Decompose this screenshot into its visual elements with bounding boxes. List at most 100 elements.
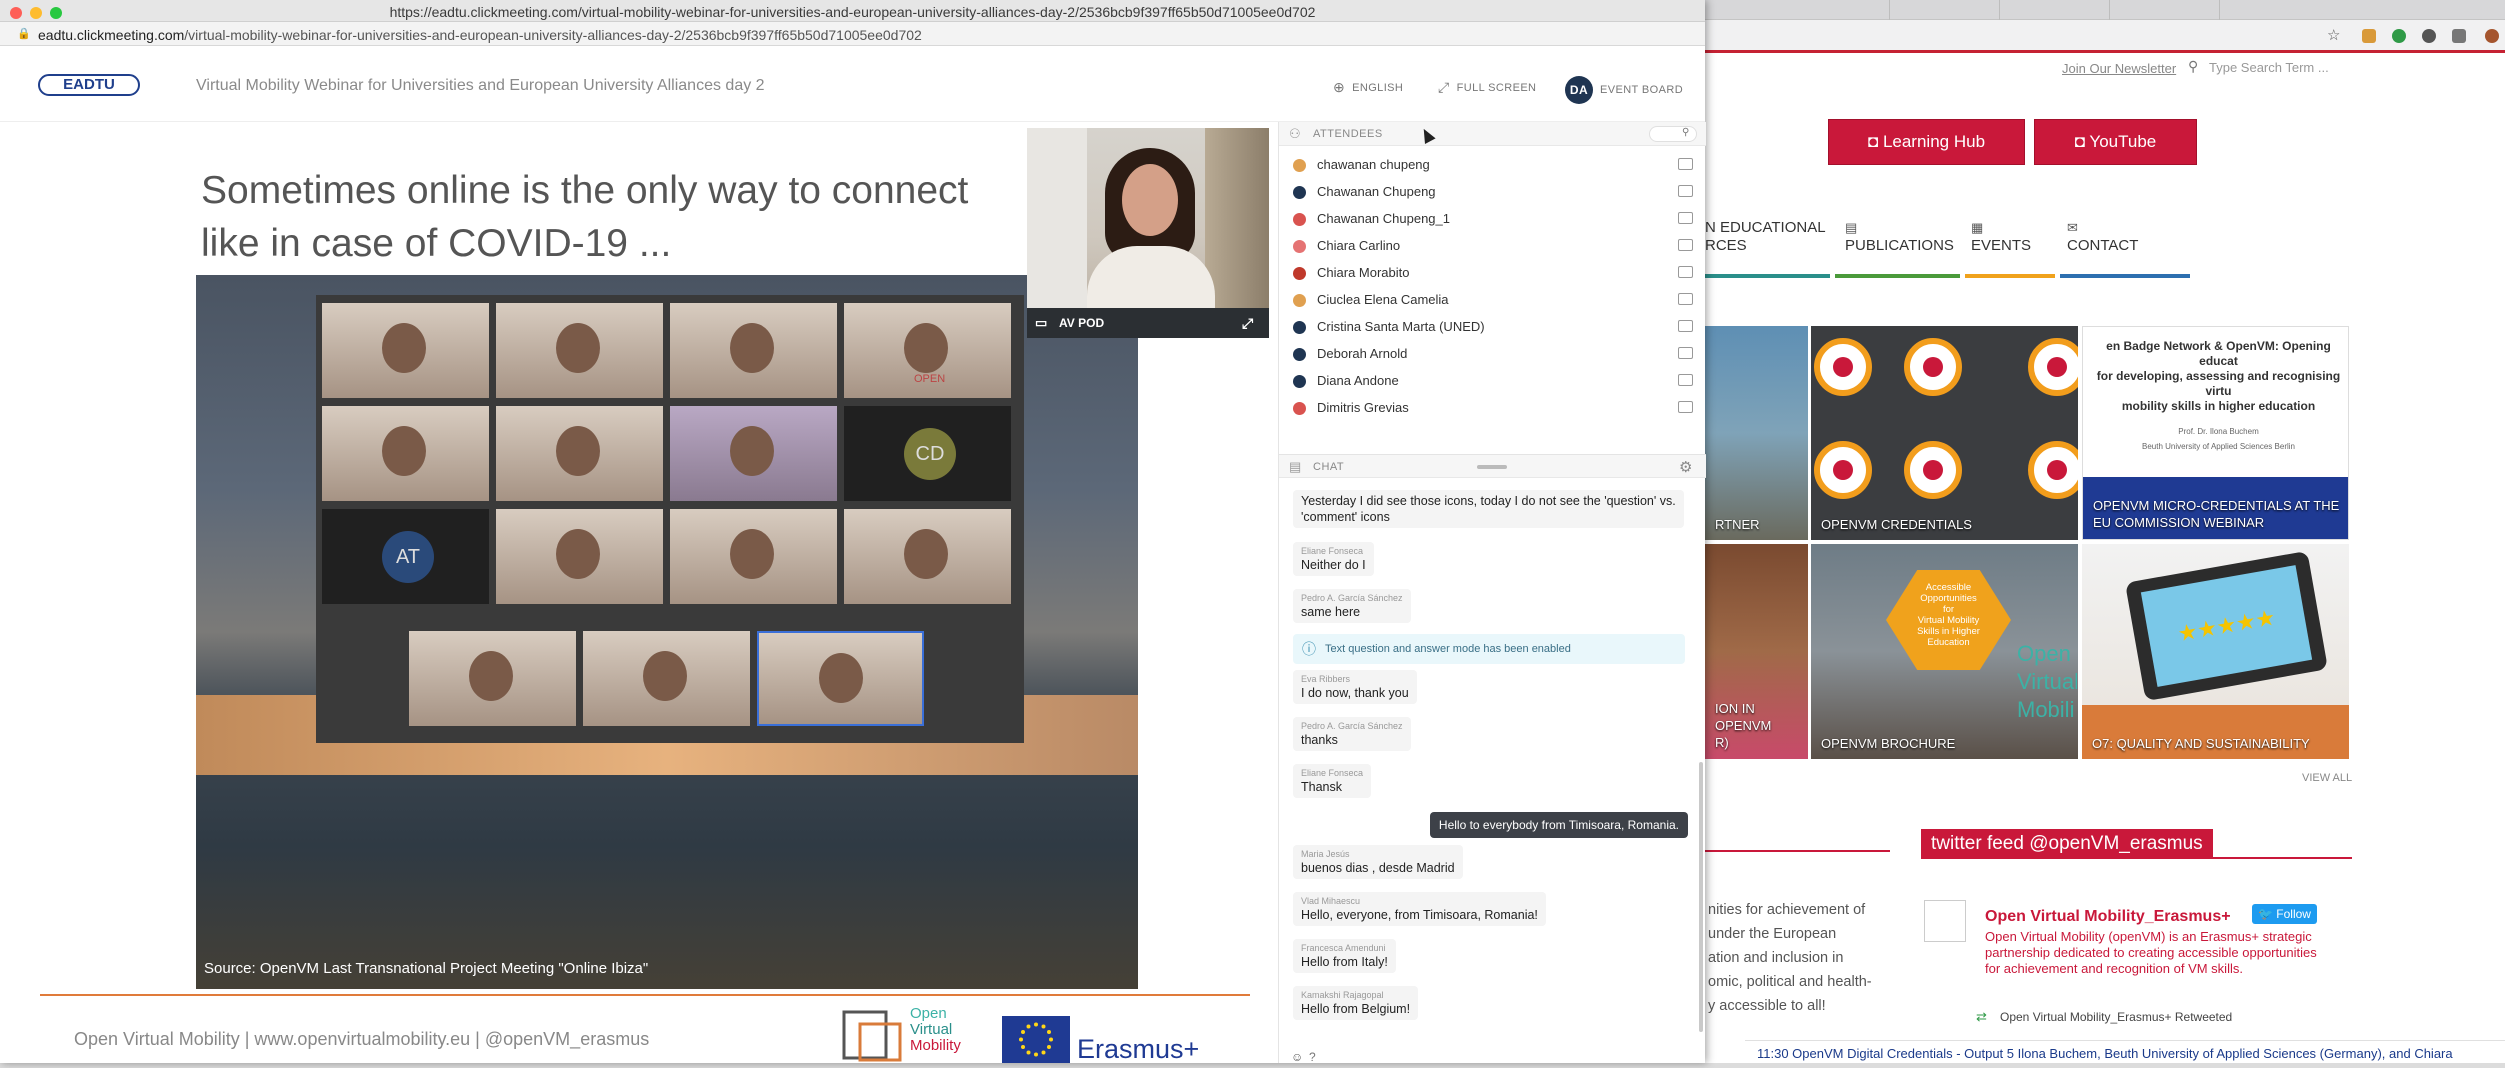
participant-tile [757,631,924,726]
attendee-avatar [1293,213,1306,226]
puzzle-icon[interactable] [2452,29,2466,43]
attendee-row[interactable]: Chawanan Chupeng [1293,179,1693,206]
chat-message: Francesca Amenduni Hello from Italy! [1293,939,1396,973]
attendee-row[interactable]: Chiara Carlino [1293,233,1693,260]
erasmus-logo-text: Erasmus+ [1077,1034,1200,1064]
tile-credentials[interactable]: OPENVM CREDENTIALS [1811,326,2078,540]
fullscreen-button[interactable]: ⤢ FULL SCREEN [1438,79,1536,96]
panel-resize-handle[interactable] [1477,465,1507,469]
monitor-icon[interactable] [1678,347,1693,359]
tile-image-line: for developing, assessing and recognisin… [2096,369,2341,398]
language-label: ENGLISH [1352,81,1404,94]
own-chat-message: Hello to everybody from Timisoara, Roman… [1429,812,1688,838]
extension-icon[interactable] [2422,29,2436,43]
address-url[interactable]: eadtu.clickmeeting.com/virtual-mobility-… [38,27,922,43]
monitor-icon[interactable] [1678,293,1693,305]
attendees-search-input[interactable]: ⚲ [1649,126,1697,142]
extension-icon[interactable] [2362,29,2376,43]
monitor-icon[interactable] [1678,320,1693,332]
tile-partner[interactable]: RTNER [1705,326,1808,540]
tile-brochure[interactable]: Accessible Opportunities for Virtual Mob… [1811,544,2078,759]
monitor-icon[interactable] [1678,374,1693,386]
monitor-icon[interactable] [1678,185,1693,197]
attendee-row[interactable]: Chiara Morabito [1293,260,1693,287]
newsletter-link[interactable]: Join Our Newsletter [2062,61,2176,76]
extension-icon[interactable] [2392,29,2406,43]
chat-scrollbar[interactable] [1699,762,1703,1032]
chat-sender: Maria Jesús [1301,849,1350,859]
monitor-icon[interactable] [1678,212,1693,224]
monitor-icon[interactable] [1678,266,1693,278]
participant-head [643,651,687,701]
tile-caption: RTNER [1715,517,1760,532]
tile-image-text: en Badge Network & OpenVM: Opening educa… [2091,339,2346,454]
site-search-input[interactable]: Type Search Term ... [2209,60,2329,75]
badge-icon [2028,338,2078,396]
tile-micro-credentials[interactable]: en Badge Network & OpenVM: Opening educa… [2082,326,2349,540]
star-icon[interactable]: ☆ [2327,26,2341,44]
profile-icon[interactable] [2485,29,2499,43]
emoji-icon[interactable]: ☺ [1291,1050,1303,1064]
monitor-icon[interactable] [1678,158,1693,170]
av-pod[interactable]: ▭ AV POD ⤢ [1027,128,1269,338]
participant-head [730,426,774,476]
slide-heading: Sometimes online is the only way to conn… [201,164,1051,270]
chat-message-text: Hello, everyone, from Timisoara, Romania… [1301,908,1538,922]
background-tab[interactable] [2000,0,2110,20]
participant-head [382,323,426,373]
meeting-header: EADTU Virtual Mobility Webinar for Unive… [0,46,1705,122]
twitter-follow-button[interactable]: 🐦 Follow [2252,904,2317,924]
tile-image-line: en Badge Network & OpenVM: Opening educa… [2106,339,2331,368]
attendee-row[interactable]: Deborah Arnold [1293,341,1693,368]
background-tab[interactable] [1780,0,1890,20]
openvm-avatar-icon[interactable] [1924,900,1966,942]
attendee-row[interactable]: Cristina Santa Marta (UNED) [1293,314,1693,341]
chat-message-text: Thansk [1301,780,1342,794]
chat-header: ▤ CHAT ⚙ [1279,454,1706,478]
learning-hub-button[interactable]: ◘ Learning Hub [1828,119,2025,165]
expand-icon[interactable]: ⤢ [1242,308,1253,338]
search-icon[interactable]: ⚲ [2188,58,2198,75]
site-top-accent [1700,50,2505,53]
nav-item-publications[interactable]: ▤ PUBLICATIONS [1845,219,1954,255]
attendee-row[interactable]: Diana Andone [1293,368,1693,395]
youtube-button[interactable]: ◘ YouTube [2034,119,2197,165]
nav-item-events[interactable]: ▦ EVENTS [1971,219,2031,255]
attendee-row[interactable]: chawanan chupeng [1293,152,1693,179]
monitor-icon[interactable] [1678,401,1693,413]
view-all-link[interactable]: VIEW ALL [2302,772,2352,784]
twitter-feed-heading: twitter feed @openVM_erasmus [1921,829,2213,858]
address-bar[interactable]: 🔒 eadtu.clickmeeting.com/virtual-mobilit… [0,22,1705,46]
background-tab[interactable] [1890,0,2000,20]
attendee-avatar [1293,159,1306,172]
chat-message: Eliane Fonseca Neither do I [1293,542,1374,576]
chat-message: Eliane Fonseca Thansk [1293,764,1372,798]
envelope-icon: ✉ [2067,220,2078,235]
gear-icon[interactable]: ⚙ [1679,458,1692,476]
attendee-row[interactable]: Dimitris Grevias [1293,395,1693,422]
background-tab[interactable] [2110,0,2220,20]
language-button[interactable]: ⊕ ENGLISH [1333,79,1403,96]
event-board-button[interactable]: DA EVENT BOARD [1565,76,1683,104]
twitter-account-link[interactable]: Open Virtual Mobility_Erasmus+ [1985,908,2231,926]
participant-tile [844,509,1011,604]
nav-item-label: EVENTS [1971,237,2032,254]
tile-caption: ION IN OPENVM R) [1715,700,1808,751]
slide-photo: OPEN CD AT Source: OpenVM Last Transnati… [196,275,1138,989]
question-icon[interactable]: ? [1309,1050,1316,1064]
speaker-video [1027,128,1269,308]
nav-item-educational[interactable]: N EDUCATIONAL RCES [1705,219,1826,255]
attendee-name: Chawanan Chupeng_1 [1317,211,1450,226]
chat-message: Yesterday I did see those icons, today I… [1293,490,1684,528]
tile-openvm-in[interactable]: ION IN OPENVM R) [1705,544,1808,759]
nav-item-contact[interactable]: ✉ CONTACT [2067,219,2138,255]
slide-footer-text: Open Virtual Mobility | www.openvirtualm… [74,1029,650,1049]
chat-icon: ▤ [1289,459,1302,474]
chat-sender: Kamakshi Rajagopal [1301,990,1384,1000]
attendee-row[interactable]: Ciuclea Elena Camelia [1293,287,1693,314]
tile-quality[interactable]: ★★★★★ O7: QUALITY AND SUSTAINABILITY [2082,544,2349,759]
attendee-row[interactable]: Chawanan Chupeng_1 [1293,206,1693,233]
monitor-icon[interactable] [1678,239,1693,251]
eu-star [1021,1030,1026,1034]
participant-tile [322,406,489,501]
